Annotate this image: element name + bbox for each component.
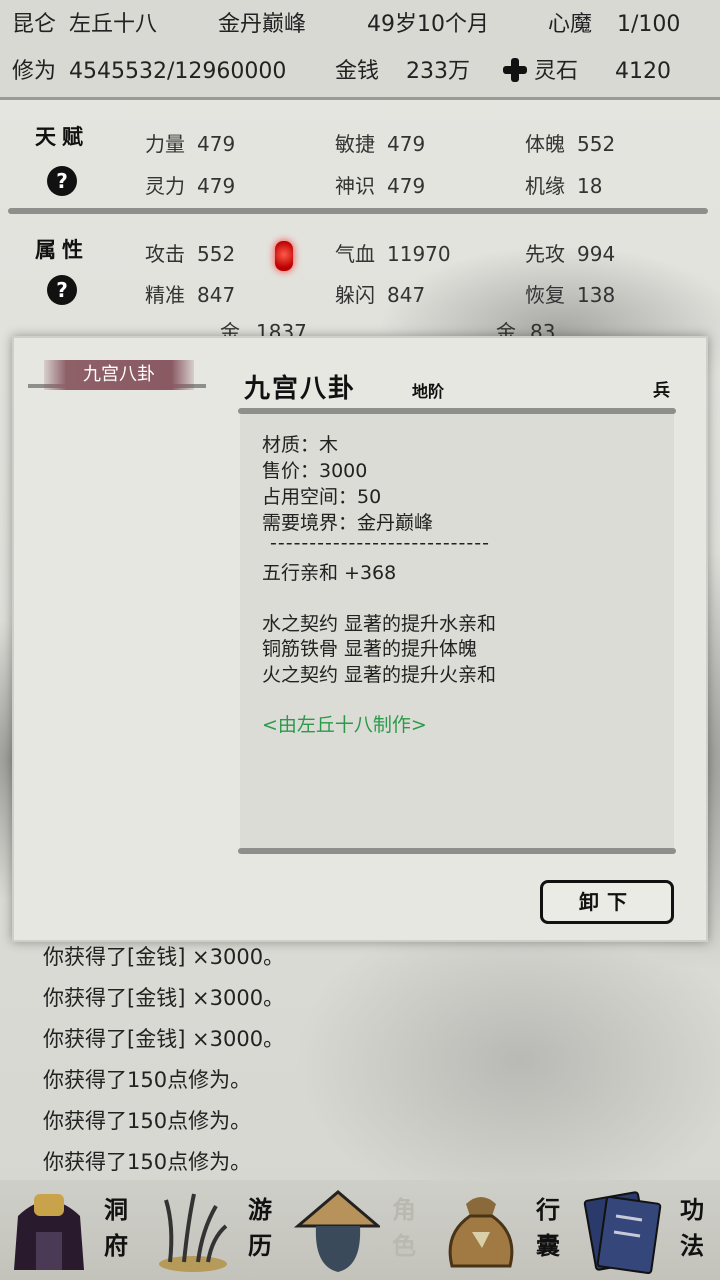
detail-line: 铜筋铁骨 显著的提升体魄 [262,638,478,660]
nav-item-character[interactable]: 角色 [288,1180,432,1280]
detail-separator: ---------------------------- [270,532,490,554]
bottom-nav: 洞府 游历 角色 行囊 功法 [0,1180,720,1280]
item-detail-dialog: 九宫八卦 九宫八卦 地阶 兵 材质：木 售价：3000 占用空间：50 需要境界… [12,336,708,942]
tab-item[interactable]: 九宫八卦 [44,360,194,390]
heart-demon-label: 心魔 [548,12,593,37]
attribute-stat: 先攻 994 [525,242,616,266]
log-line: 你获得了[金钱] ×3000。 [43,945,285,969]
attribute-stat: 恢复 138 [525,283,616,307]
nav-label-skills: 功法 [680,1195,704,1260]
character-identity: 昆仑 左丘十八 [12,10,157,40]
nav-label-character: 角色 [392,1195,416,1260]
realm-text: 金丹巅峰 [218,12,307,37]
talent-stat: 体魄 552 [525,132,616,156]
talent-stat: 神识 479 [335,174,426,198]
attribute-stat: 躲闪 847 [335,283,426,307]
detail-line: 五行亲和 +368 [262,562,397,584]
talent-help-icon[interactable]: ? [47,166,77,196]
scroll-books-icon [583,1191,662,1274]
talent-stat: 力量 479 [145,132,236,156]
cultivation-label: 修为 [12,59,57,84]
attributes-title: 属性 [35,237,89,262]
cave-dwelling-icon [14,1194,84,1270]
attribute-stat: 攻击 552 [145,242,236,266]
spirit-stone-label: 灵石 [534,59,579,84]
log-line: 你获得了150点修为。 [43,1150,252,1174]
age-text: 49岁10个月 [367,12,489,37]
spirit-stone-icon [503,58,527,82]
detail-line: 售价：3000 [262,460,368,482]
detail-line: 需要境界：金丹巅峰 [262,512,434,534]
nav-label-cave: 洞府 [104,1195,128,1260]
character-name: 左丘十八 [69,12,158,37]
lantern-icon[interactable] [275,241,293,271]
section-divider [8,208,708,214]
attribute-stat: 精准 847 [145,283,236,307]
talent-stat: 机缘 18 [525,174,603,198]
item-grade: 地阶 [412,382,445,401]
talent-stat: 灵力 479 [145,174,236,198]
detail-line: 占用空间：50 [262,486,382,508]
bag-icon [448,1197,514,1268]
attribute-stat: 气血 11970 [335,242,451,266]
log-line: 你获得了[金钱] ×3000。 [43,986,285,1010]
spirit-stone-value: 4120 [615,59,672,84]
character-hat-icon [294,1190,380,1272]
detail-bottom-border [238,848,676,854]
talent-title: 天赋 [35,124,89,149]
sect-name: 昆仑 [12,12,57,37]
nav-label-travel: 游历 [248,1195,272,1260]
heart-demon: 心魔 1/100 [548,10,680,40]
item-type: 兵 [653,381,670,401]
travel-grass-icon [159,1193,228,1272]
cultivation: 修为 4545532/12960000 [12,57,286,87]
maker-text: <由左丘十八制作> [262,714,427,736]
spirit-stone: 灵石 4120 [503,57,671,87]
cultivation-value: 4545532/12960000 [69,59,287,84]
unequip-button[interactable]: 卸下 [540,880,674,924]
log-line: 你获得了[金钱] ×3000。 [43,1027,285,1051]
log-line: 你获得了150点修为。 [43,1068,252,1092]
money: 金钱 233万 [335,57,470,87]
attributes-help-icon[interactable]: ? [47,275,77,305]
detail-line: 火之契约 显著的提升火亲和 [262,664,497,686]
nav-item-bag[interactable]: 行囊 [432,1180,576,1280]
money-value: 233万 [406,59,471,84]
nav-item-cave[interactable]: 洞府 [0,1180,144,1280]
status-header: 昆仑 左丘十八 金丹巅峰 49岁10个月 心魔 1/100 修为 4545532… [0,0,720,100]
money-label: 金钱 [335,59,380,84]
log-line: 你获得了150点修为。 [43,1109,252,1133]
nav-item-skills[interactable]: 功法 [576,1180,720,1280]
nav-item-travel[interactable]: 游历 [144,1180,288,1280]
item-detail-panel: 材质：木 售价：3000 占用空间：50 需要境界：金丹巅峰 ---------… [240,414,674,852]
heart-demon-value: 1/100 [617,12,681,37]
detail-line: 水之契约 显著的提升水亲和 [262,613,497,635]
item-name: 九宫八卦 [244,374,357,404]
nav-label-bag: 行囊 [536,1195,560,1260]
detail-line: 材质：木 [262,434,339,456]
talent-stat: 敏捷 479 [335,132,426,156]
